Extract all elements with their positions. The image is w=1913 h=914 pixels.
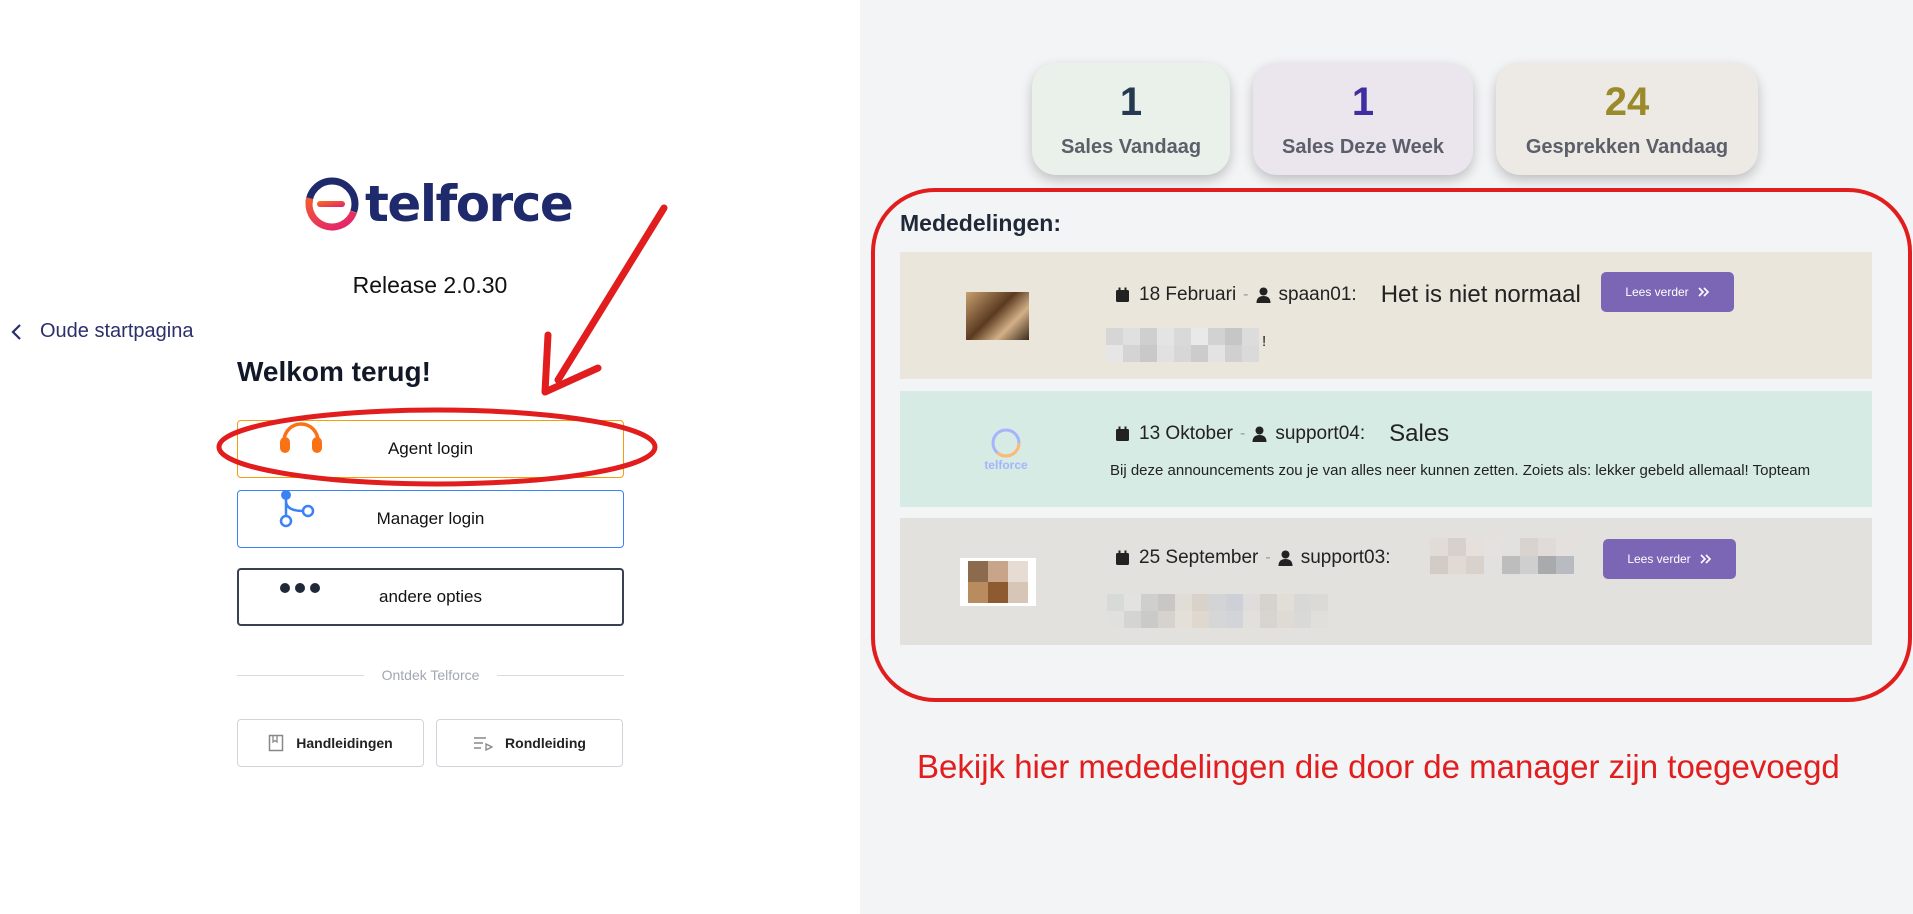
announcement-body: ! [1262,333,1267,350]
announcement-author: spaan01: [1278,284,1357,305]
announcement-date: 18 Februari [1139,284,1237,305]
other-options-label: andere opties [378,587,483,606]
telforce-thumb-logo: telforce [980,425,1032,473]
welcome-heading: Welkom terug! [237,356,431,387]
announcement-author: support04: [1275,423,1366,444]
brand-name: telforce [365,175,574,233]
discover-divider: Ontdek Telforce [237,667,625,683]
blurred-subject [1430,538,1590,574]
agent-login-label: Agent login [387,439,474,458]
user-icon [1256,287,1270,303]
old-homepage-link[interactable]: Oude startpagina [10,320,193,343]
announcement-author: support03: [1300,547,1391,568]
calendar-icon [1116,550,1129,565]
stat-value: 1 [1119,79,1143,124]
divider-line [237,674,364,676]
agent-login-button[interactable]: Agent login [237,420,624,478]
announcement-date: 13 Oktober [1139,423,1233,444]
announcement-meta: 25 September - support03: [1115,547,1390,569]
divider-line [497,674,625,676]
announcement-body: Bij deze announcements zou je van alles … [1110,462,1811,479]
announcement-meta: 13 Oktober - support04: Sales [1115,420,1449,448]
double-chevron-right-icon [1700,554,1711,564]
release-version: Release 2.0.30 [352,272,508,298]
user-icon [1278,550,1293,566]
old-homepage-label: Oude startpagina [40,320,194,342]
announcements-title: Mededelingen: [900,210,1062,236]
separator: - [1240,425,1246,442]
read-more-button[interactable]: Lees verder [1603,539,1736,579]
announcement-meta: 18 Februari - spaan01: Het is niet norma… [1115,281,1581,309]
more-dots-icon [279,580,323,600]
manuals-label: Handleidingen [296,735,393,751]
divider-label: Ontdek Telforce [381,667,480,683]
calendar-icon [1116,426,1129,441]
read-more-button[interactable]: Lees verder [1601,272,1734,312]
chevron-left-icon [11,323,21,340]
stat-value: 24 [1604,79,1650,124]
stat-label: Sales Vandaag [1060,135,1202,158]
announcement-subject: Sales [1389,420,1450,447]
separator: - [1265,549,1271,566]
stat-label: Sales Deze Week [1282,135,1444,158]
separator: - [1243,286,1249,303]
book-icon [269,734,284,752]
stat-value: 1 [1351,79,1375,124]
svg-text:telforce: telforce [984,458,1028,472]
calendar-icon [1116,287,1129,302]
other-options-button[interactable]: andere opties [237,568,624,626]
double-chevron-right-icon [1698,287,1709,297]
tour-label: Rondleiding [505,735,586,751]
announcement-avatar [966,292,1029,340]
announcement-subject: Het is niet normaal [1380,281,1581,308]
announcement-date: 25 September [1139,547,1259,568]
user-icon [1252,426,1267,442]
announcement-item: 25 September - support03: Lees verder [900,518,1872,645]
headset-icon [278,417,324,462]
login-panel: telforce Release 2.0.30 Oude startpagina… [0,0,860,914]
announcement-item: 18 Februari - spaan01: Het is niet norma… [900,252,1872,379]
announcement-item: telforce 13 Oktober - support04: Sales B… [900,391,1872,507]
stat-card-calls-today: 24 Gesprekken Vandaag [1496,63,1758,175]
playlist-icon [474,737,494,751]
annotation-caption: Bekijk hier mededelingen die door de man… [917,748,1840,785]
tour-button[interactable]: Rondleiding [436,719,623,767]
blurred-text [1106,328,1259,362]
stat-card-sales-today: 1 Sales Vandaag [1032,63,1230,175]
manuals-button[interactable]: Handleidingen [237,719,424,767]
branch-icon [278,489,322,534]
stat-label: Gesprekken Vandaag [1525,135,1729,158]
announcement-avatar [960,558,1036,606]
read-more-label: Lees verder [1625,285,1689,299]
read-more-label: Lees verder [1627,552,1691,566]
stat-card-sales-week: 1 Sales Deze Week [1253,63,1473,175]
telforce-logo-mark [305,177,359,231]
blurred-text [1107,594,1339,628]
manager-login-label: Manager login [376,509,485,528]
manager-login-button[interactable]: Manager login [237,490,624,548]
telforce-logo: telforce [303,175,574,233]
